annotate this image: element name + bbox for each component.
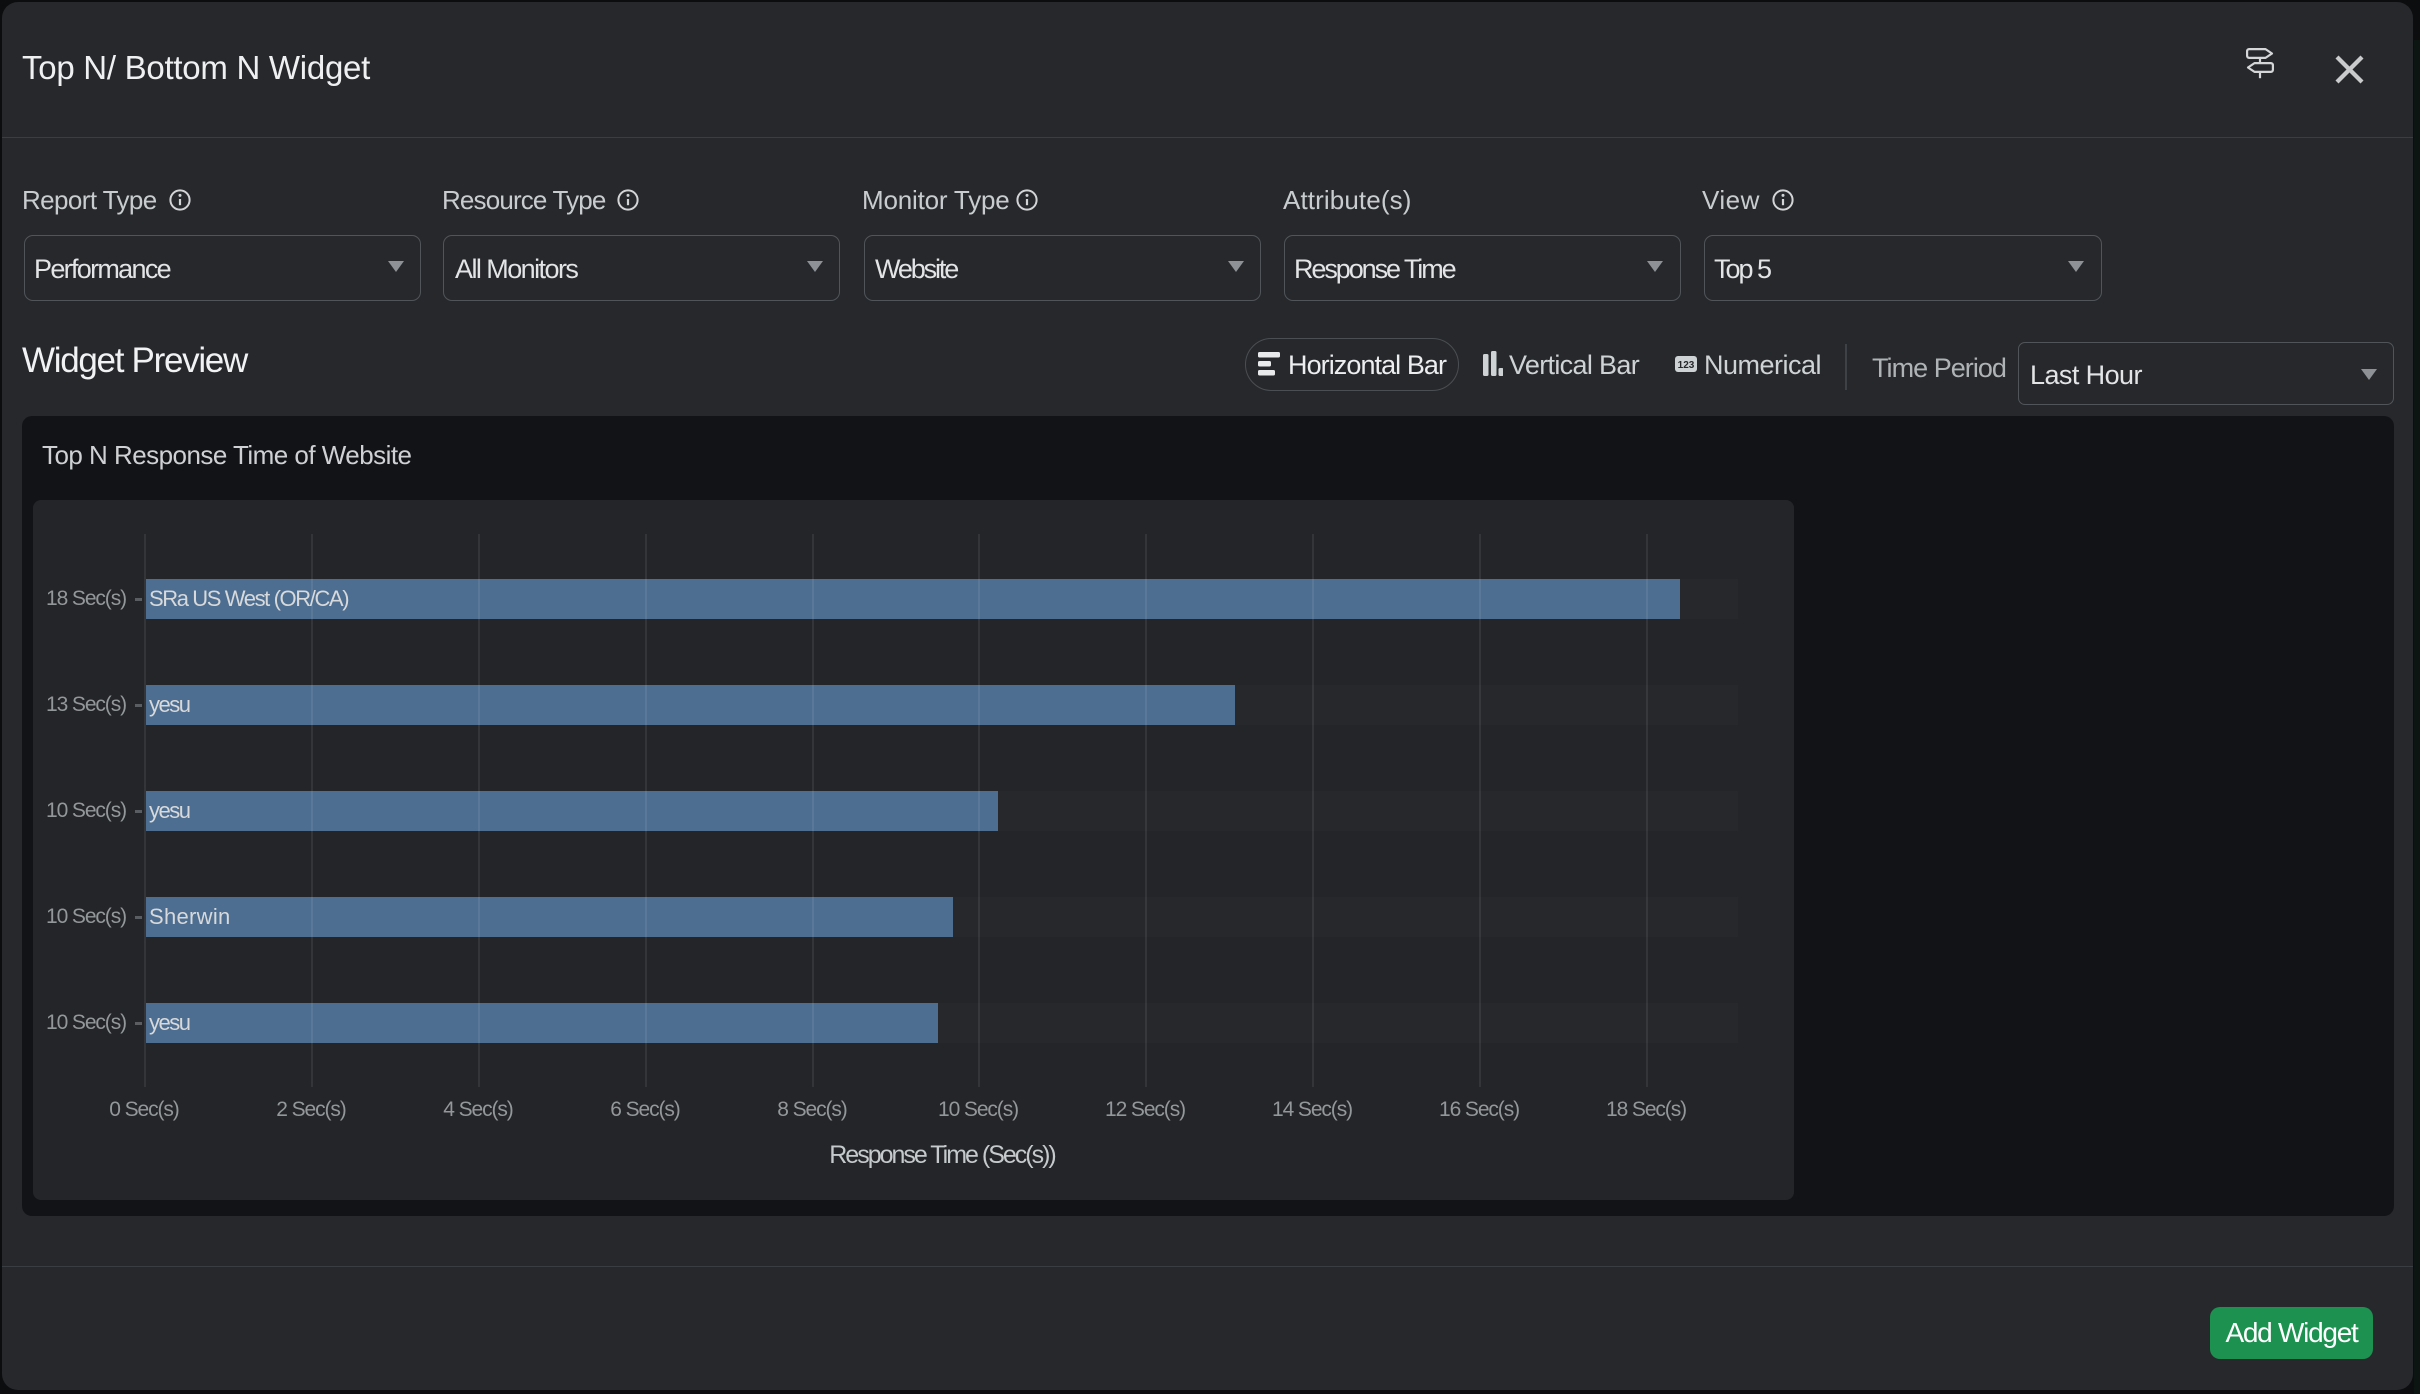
svg-text:123: 123 <box>1678 360 1695 371</box>
